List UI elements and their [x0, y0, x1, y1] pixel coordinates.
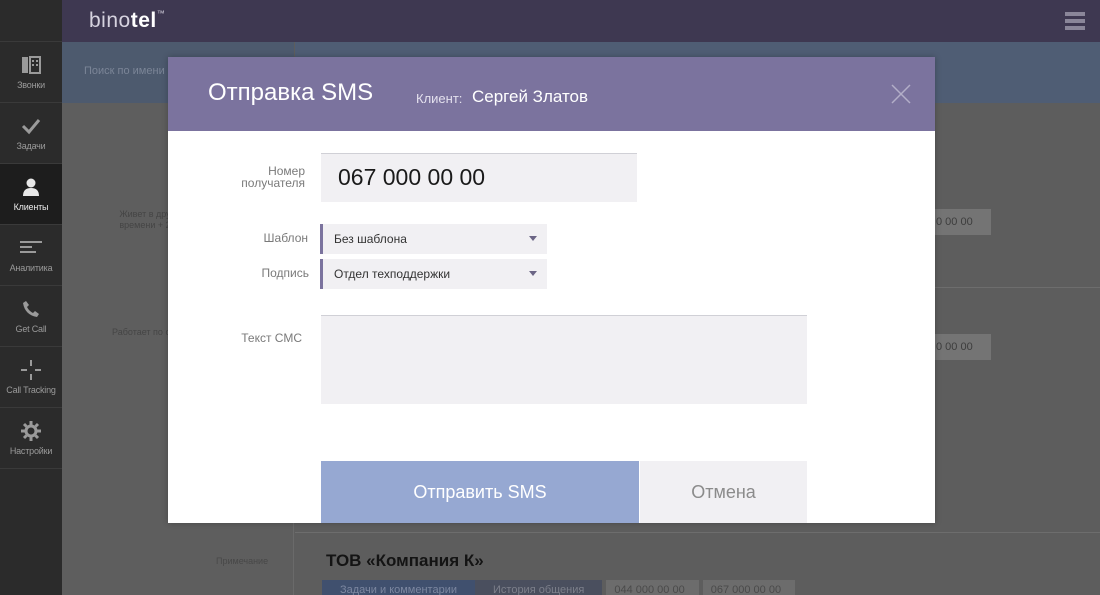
signature-select[interactable]: Отдел техподдержки — [320, 259, 547, 289]
chevron-down-icon — [529, 236, 537, 241]
client-name: Сергей Златов — [472, 87, 589, 106]
sms-text-label: Текст СМС — [241, 331, 302, 345]
user-icon — [20, 176, 42, 198]
sidebar-item-get-call[interactable]: Get Call — [0, 286, 62, 347]
phone-chip[interactable]: 0 00 00 — [931, 209, 991, 235]
template-select[interactable]: Без шаблона — [320, 224, 547, 254]
chevron-down-icon — [529, 271, 537, 276]
sidebar-item-label: Клиенты — [13, 202, 49, 212]
sidebar-item-label: Get Call — [15, 324, 47, 334]
crosshair-icon — [20, 359, 42, 381]
tab-tasks-comments[interactable]: Задачи и комментарии — [322, 580, 475, 595]
sidebar-item-label: Аналитика — [9, 263, 53, 273]
sidebar-item-calls[interactable]: Звонки — [0, 42, 62, 103]
check-icon — [20, 115, 42, 137]
sidebar-item-call-tracking[interactable]: Call Tracking — [0, 347, 62, 408]
sms-text-input[interactable] — [321, 315, 807, 404]
sidebar-item-label: Задачи — [16, 141, 46, 151]
template-label: Шаблон — [263, 231, 308, 245]
search-placeholder: Поиск по имени — [84, 65, 165, 77]
dialog-title: Отправка SMS — [208, 79, 374, 106]
sidebar-item-tasks[interactable]: Задачи — [0, 103, 62, 164]
cancel-button[interactable]: Отмена — [640, 461, 807, 523]
sidebar-item-label: Настройки — [9, 446, 53, 456]
sidebar-item-settings[interactable]: Настройки — [0, 408, 62, 469]
calls-icon — [20, 54, 42, 76]
sidebar-item-analytics[interactable]: Аналитика — [0, 225, 62, 286]
menu-icon[interactable] — [1065, 12, 1085, 30]
send-sms-button[interactable]: Отправить SMS — [321, 461, 639, 523]
phone-chip[interactable]: 0 00 00 — [931, 334, 991, 360]
client-note: Работает по с — [112, 327, 170, 337]
phone-icon — [20, 298, 42, 320]
send-sms-dialog: Отправка SMS Клиент: Сергей Златов Номер… — [168, 57, 935, 523]
sidebar-top — [0, 0, 62, 42]
sidebar-item-label: Звонки — [17, 80, 45, 90]
phone-chip[interactable]: 044 000 00 00 — [606, 580, 699, 595]
sidebar: Звонки Задачи Клиенты Аналитика Get Call… — [0, 0, 62, 595]
divider — [295, 532, 1100, 533]
brand-logo: binotel™ — [89, 9, 166, 32]
phone-label: Номер получателя — [241, 164, 305, 190]
phone-chip[interactable]: 067 000 00 00 — [702, 580, 796, 595]
client-label: Клиент: — [416, 91, 463, 106]
recipient-phone-input[interactable]: 067 000 00 00 — [321, 153, 637, 202]
gear-icon — [20, 420, 42, 442]
sidebar-item-label: Call Tracking — [6, 385, 56, 395]
note-label: Примечание — [216, 556, 269, 566]
dialog-header: Отправка SMS Клиент: Сергей Златов — [168, 57, 935, 131]
signature-label: Подпись — [261, 266, 310, 280]
template-value: Без шаблона — [334, 232, 407, 246]
analytics-icon — [20, 237, 42, 259]
sidebar-item-clients[interactable]: Клиенты — [0, 164, 62, 225]
top-bar: binotel™ — [62, 0, 1100, 42]
detail-tabs: Задачи и комментарии История общения 044… — [322, 580, 796, 595]
tab-history[interactable]: История общения — [475, 580, 603, 595]
close-icon[interactable] — [890, 83, 912, 105]
signature-value: Отдел техподдержки — [334, 267, 451, 281]
company-title: ТОВ «Компания К» — [326, 551, 484, 570]
